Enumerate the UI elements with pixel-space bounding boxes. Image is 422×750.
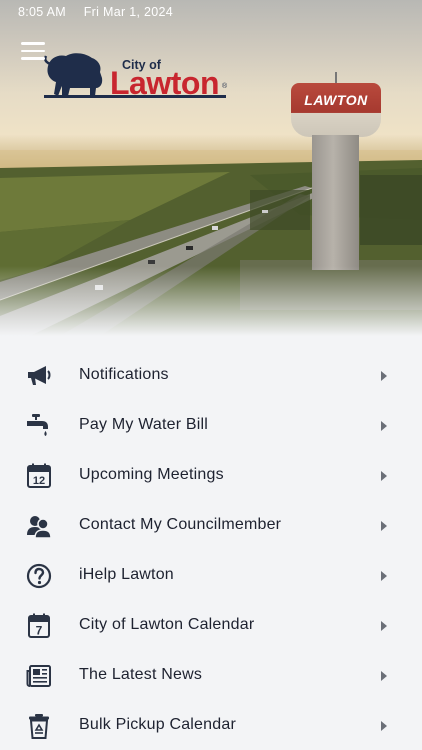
chevron-right-icon <box>381 421 387 431</box>
status-date: Fri Mar 1, 2024 <box>83 5 174 19</box>
newspaper-icon <box>26 665 51 687</box>
chevron-right-icon <box>381 521 387 531</box>
menu-item-notifications[interactable]: Notifications <box>0 350 422 400</box>
water-tower: LAWTON <box>291 83 381 137</box>
calendar-number: 12 <box>33 475 45 487</box>
megaphone-icon <box>28 366 51 385</box>
chevron-right-icon <box>381 721 387 731</box>
menu-item-label: The Latest News <box>79 666 203 683</box>
hero-fade <box>0 266 422 336</box>
bison-logo-icon <box>43 53 103 96</box>
menu-item-label: Contact My Councilmember <box>79 516 282 533</box>
menu-item-label: City of Lawton Calendar <box>79 616 255 633</box>
hamburger-menu-icon[interactable] <box>21 42 45 60</box>
water-tower-shaft <box>312 135 359 270</box>
logo-registered-mark: ® <box>222 83 228 90</box>
help-circle-icon <box>26 563 52 589</box>
menu-item-pay-water-bill[interactable]: Pay My Water Bill <box>0 400 422 450</box>
recycle-bin-icon <box>29 714 49 739</box>
people-icon <box>27 516 52 539</box>
calendar-7-icon: 7 <box>28 613 50 638</box>
logo-underline <box>44 95 226 98</box>
chevron-right-icon <box>381 671 387 681</box>
faucet-icon <box>27 414 48 436</box>
menu-item-bulk-pickup-calendar[interactable]: Bulk Pickup Calendar <box>0 700 422 750</box>
menu-item-label: Notifications <box>79 366 169 383</box>
menu-item-label: iHelp Lawton <box>79 566 174 583</box>
menu-item-latest-news[interactable]: The Latest News <box>0 650 422 700</box>
menu-item-upcoming-meetings[interactable]: 12 Upcoming Meetings <box>0 450 422 500</box>
chevron-right-icon <box>381 621 387 631</box>
city-of-lawton-logo: City of Lawton ® <box>40 50 232 102</box>
main-menu-list: Notifications Pay My Water Bill 12 Upcom… <box>0 350 422 750</box>
hero-banner: LAWTON 8:05 AM Fri Mar 1, 2024 City of L… <box>0 0 422 336</box>
menu-item-city-calendar[interactable]: 7 City of Lawton Calendar <box>0 600 422 650</box>
menu-item-label: Pay My Water Bill <box>79 416 209 433</box>
chevron-right-icon <box>381 371 387 381</box>
menu-item-ihelp-lawton[interactable]: iHelp Lawton <box>0 550 422 600</box>
menu-item-label: Upcoming Meetings <box>79 466 224 483</box>
status-time: 8:05 AM <box>18 5 66 19</box>
chevron-right-icon <box>381 571 387 581</box>
menu-item-label: Bulk Pickup Calendar <box>79 716 236 733</box>
menu-item-contact-councilmember[interactable]: Contact My Councilmember <box>0 500 422 550</box>
chevron-right-icon <box>381 471 387 481</box>
calendar-12-icon: 12 <box>27 463 51 488</box>
calendar-number: 7 <box>36 624 43 638</box>
status-bar: 8:05 AM Fri Mar 1, 2024 <box>18 5 173 19</box>
water-tower-label: LAWTON <box>304 92 368 108</box>
